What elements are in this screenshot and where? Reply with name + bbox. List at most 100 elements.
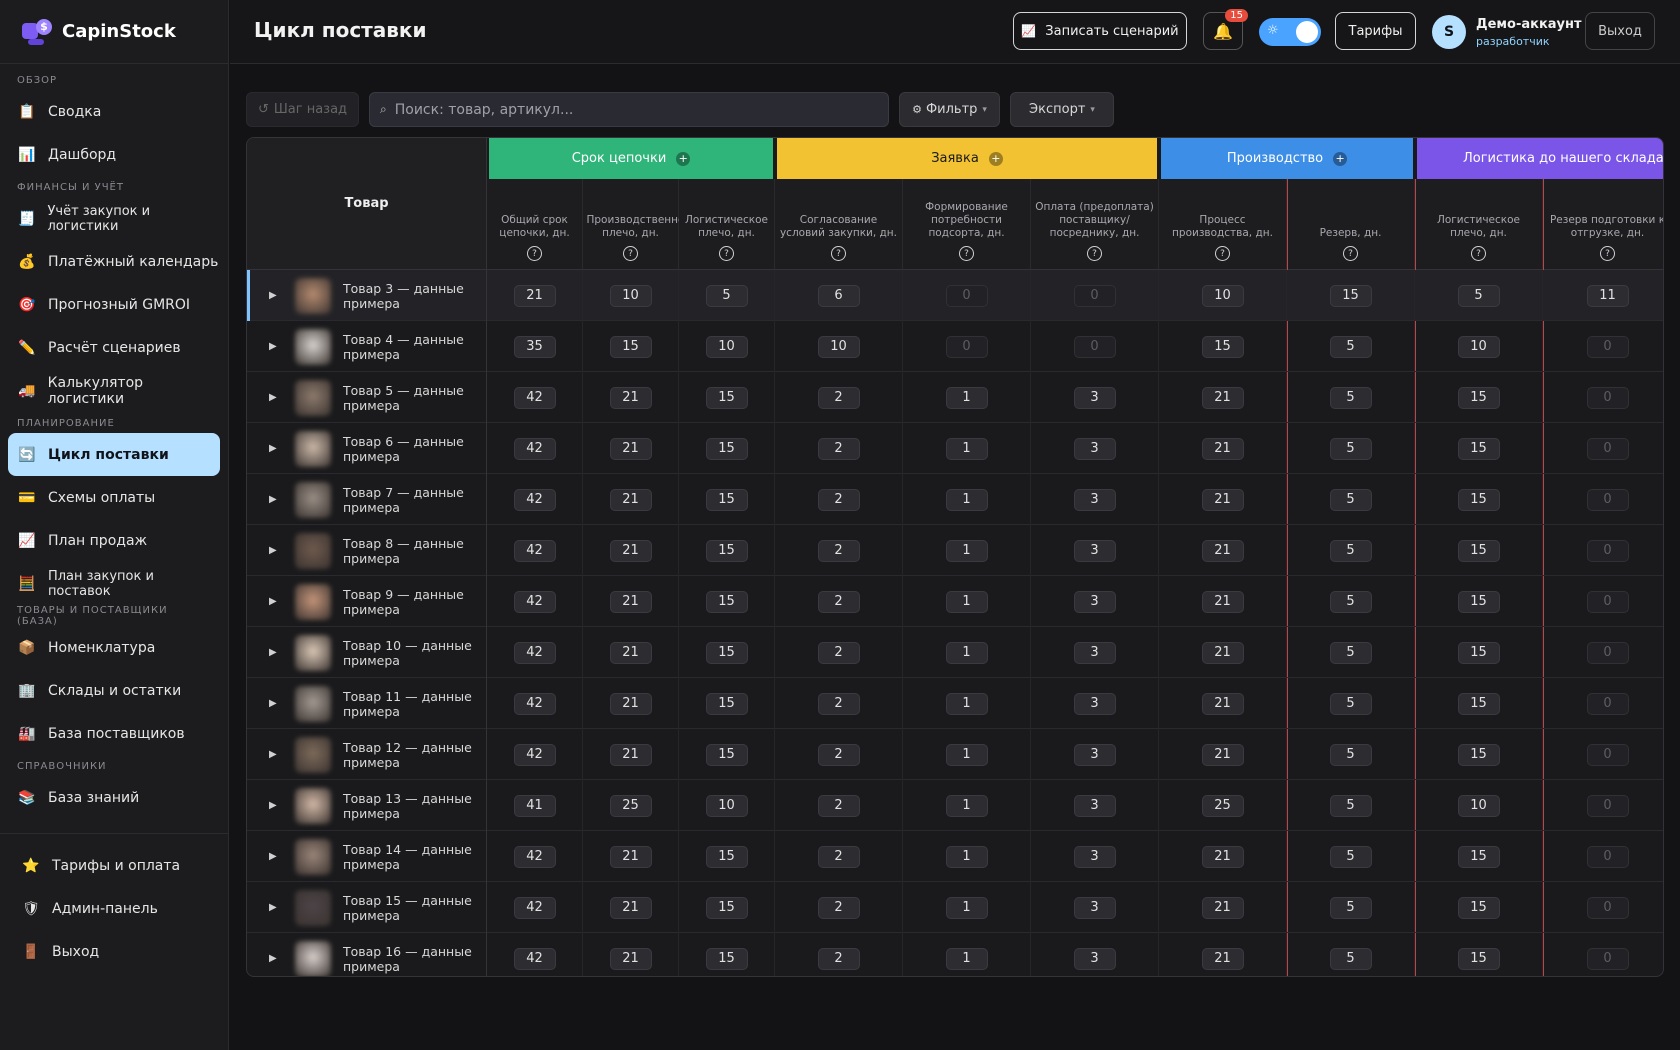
value-input[interactable]: 3 [1073, 947, 1116, 970]
value-input[interactable]: 0 [1586, 437, 1629, 460]
value-input[interactable]: 35 [513, 335, 556, 358]
value-input[interactable]: 5 [1329, 488, 1372, 511]
expand-row-icon[interactable]: ▶ [269, 545, 279, 556]
sidebar-footer-item-shield[interactable]: 🛡 Админ-панель [8, 887, 220, 930]
value-input[interactable]: 21 [1201, 743, 1244, 766]
value-input[interactable]: 0 [1073, 284, 1116, 307]
value-input[interactable]: 21 [609, 692, 652, 715]
add-column-icon[interactable]: + [676, 151, 691, 166]
value-input[interactable]: 0 [1586, 845, 1629, 868]
value-input[interactable]: 3 [1073, 590, 1116, 613]
value-input[interactable]: 15 [1457, 947, 1500, 970]
value-input[interactable]: 25 [609, 794, 652, 817]
value-input[interactable]: 10 [705, 335, 748, 358]
value-input[interactable]: 15 [1457, 743, 1500, 766]
expand-row-icon[interactable]: ▶ [269, 749, 279, 760]
value-input[interactable]: 42 [513, 692, 556, 715]
value-input[interactable]: 5 [1329, 896, 1372, 919]
value-input[interactable]: 10 [1457, 335, 1500, 358]
table-row[interactable]: ▶ Товар 13 — данные примера 41 25 10 2 1 3 25 5 10… [247, 780, 1663, 831]
value-input[interactable]: 0 [1586, 896, 1629, 919]
value-input[interactable]: 42 [513, 947, 556, 970]
value-input[interactable]: 6 [817, 284, 860, 307]
value-input[interactable]: 2 [817, 641, 860, 664]
add-column-icon[interactable]: + [988, 151, 1003, 166]
expand-row-icon[interactable]: ▶ [269, 341, 279, 352]
help-icon[interactable]: ? [831, 246, 846, 261]
value-input[interactable]: 10 [1201, 284, 1244, 307]
value-input[interactable]: 5 [1329, 590, 1372, 613]
value-input[interactable]: 21 [1201, 896, 1244, 919]
value-input[interactable]: 2 [817, 947, 860, 970]
value-input[interactable]: 42 [513, 488, 556, 511]
value-input[interactable]: 5 [705, 284, 748, 307]
value-input[interactable]: 0 [945, 335, 988, 358]
sidebar-item-receipt[interactable]: 🧾 Учёт закупок и логистики [8, 197, 220, 240]
value-input[interactable]: 5 [1329, 539, 1372, 562]
table-row[interactable]: ▶ Товар 6 — данные примера 42 21 15 2 1 3 21 5 15 0 [247, 423, 1663, 474]
value-input[interactable]: 3 [1073, 437, 1116, 460]
help-icon[interactable]: ? [959, 246, 974, 261]
value-input[interactable]: 15 [705, 692, 748, 715]
sidebar-item-cycle[interactable]: 🔄 Цикл поставки [8, 433, 220, 476]
table-row[interactable]: ▶ Товар 8 — данные примера 42 21 15 2 1 3 21 5 15 0 [247, 525, 1663, 576]
table-row[interactable]: ▶ Товар 9 — данные примера 42 21 15 2 1 3 21 5 15 0 [247, 576, 1663, 627]
table-row[interactable]: ▶ Товар 7 — данные примера 42 21 15 2 1 3 21 5 15 0 [247, 474, 1663, 525]
value-input[interactable]: 5 [1329, 845, 1372, 868]
value-input[interactable]: 2 [817, 845, 860, 868]
value-input[interactable]: 3 [1073, 845, 1116, 868]
value-input[interactable]: 1 [945, 386, 988, 409]
expand-row-icon[interactable]: ▶ [269, 698, 279, 709]
help-icon[interactable]: ? [719, 246, 734, 261]
value-input[interactable]: 1 [945, 947, 988, 970]
sidebar-item-bar-chart[interactable]: 📊 Дашборд [8, 133, 220, 176]
value-input[interactable]: 2 [817, 794, 860, 817]
value-input[interactable]: 15 [705, 641, 748, 664]
value-input[interactable]: 1 [945, 794, 988, 817]
value-input[interactable]: 3 [1073, 743, 1116, 766]
value-input[interactable]: 42 [513, 590, 556, 613]
value-input[interactable]: 5 [1329, 743, 1372, 766]
value-input[interactable]: 15 [705, 539, 748, 562]
value-input[interactable]: 21 [1201, 845, 1244, 868]
help-icon[interactable]: ? [1343, 246, 1358, 261]
help-icon[interactable]: ? [1087, 246, 1102, 261]
sidebar-item-pencil[interactable]: ✏️ Расчёт сценариев [8, 326, 220, 369]
sidebar-item-clipboard[interactable]: 📋 Сводка [8, 90, 220, 133]
expand-row-icon[interactable]: ▶ [269, 902, 279, 913]
value-input[interactable]: 3 [1073, 794, 1116, 817]
expand-row-icon[interactable]: ▶ [269, 851, 279, 862]
value-input[interactable]: 15 [1457, 539, 1500, 562]
export-button[interactable]: Экспорт ▾ [1010, 92, 1114, 127]
value-input[interactable]: 5 [1329, 794, 1372, 817]
value-input[interactable]: 10 [705, 794, 748, 817]
value-input[interactable]: 15 [705, 386, 748, 409]
value-input[interactable]: 15 [705, 947, 748, 970]
value-input[interactable]: 1 [945, 692, 988, 715]
value-input[interactable]: 42 [513, 641, 556, 664]
help-icon[interactable]: ? [623, 246, 638, 261]
expand-row-icon[interactable]: ▶ [269, 494, 279, 505]
help-icon[interactable]: ? [1600, 246, 1615, 261]
table-row[interactable]: ▶ Товар 15 — данные примера 42 21 15 2 1 3 21 5 15… [247, 882, 1663, 933]
value-input[interactable]: 21 [1201, 947, 1244, 970]
value-input[interactable]: 5 [1329, 335, 1372, 358]
value-input[interactable]: 15 [705, 488, 748, 511]
value-input[interactable]: 10 [1457, 794, 1500, 817]
table-row[interactable]: ▶ Товар 3 — данные примера 21 10 5 6 0 0 10 15 5 11 [247, 270, 1663, 321]
value-input[interactable]: 21 [609, 488, 652, 511]
sidebar-item-trend-chart[interactable]: 📈 План продаж [8, 519, 220, 562]
value-input[interactable]: 0 [945, 284, 988, 307]
value-input[interactable]: 10 [609, 284, 652, 307]
expand-row-icon[interactable]: ▶ [269, 443, 279, 454]
value-input[interactable]: 21 [609, 590, 652, 613]
value-input[interactable]: 2 [817, 743, 860, 766]
tariffs-button[interactable]: Тарифы [1335, 12, 1416, 50]
filter-button[interactable]: ⚙ Фильтр ▾ [899, 92, 1000, 127]
value-input[interactable]: 5 [1329, 386, 1372, 409]
sidebar-item-abacus[interactable]: 🧮 План закупок и поставок [8, 562, 220, 605]
value-input[interactable]: 1 [945, 590, 988, 613]
table-row[interactable]: ▶ Товар 5 — данные примера 42 21 15 2 1 3 21 5 15 0 [247, 372, 1663, 423]
value-input[interactable]: 15 [1457, 488, 1500, 511]
table-row[interactable]: ▶ Товар 4 — данные примера 35 15 10 10 0 0 15 5 10… [247, 321, 1663, 372]
